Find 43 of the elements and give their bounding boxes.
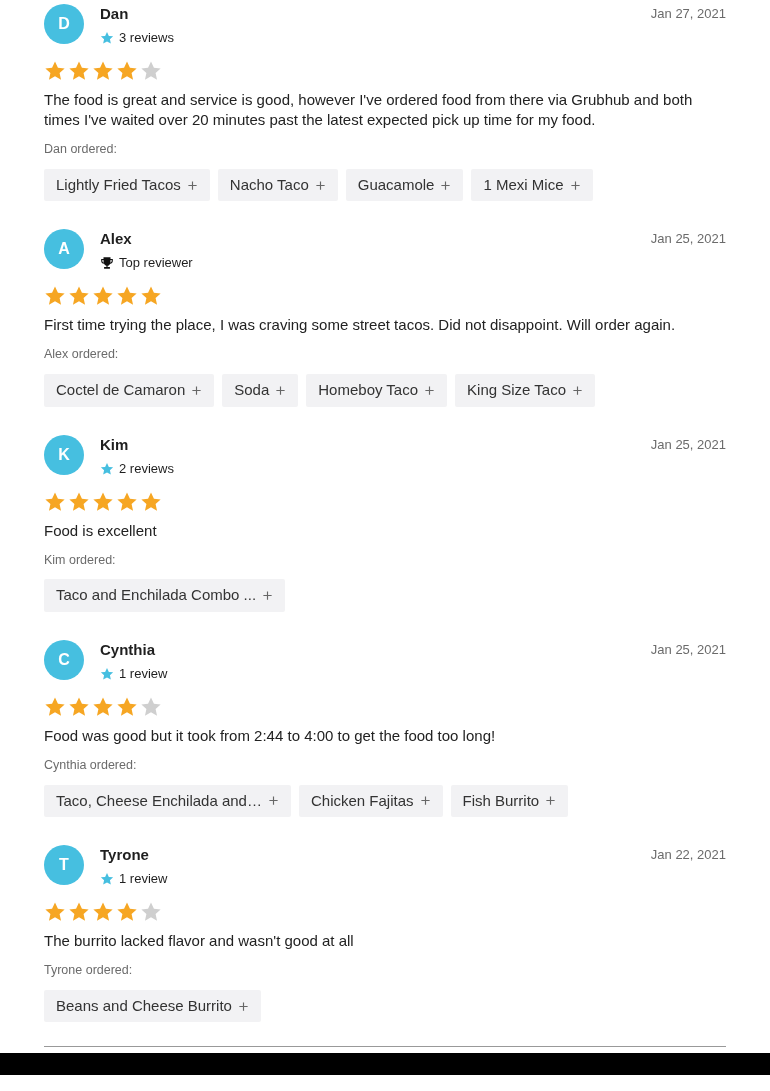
menu-item-button[interactable]: Chicken Fajitas — [298, 784, 443, 817]
review-date: Jan 25, 2021 — [650, 435, 726, 454]
menu-item-button[interactable]: Lightly Fried Tacos — [44, 168, 210, 202]
reviewer-name: Kim — [100, 434, 130, 455]
ordered-label: Alex ordered: — [44, 346, 120, 364]
reviewer-name: Dan — [100, 4, 130, 24]
ordered-label: Kim ordered: — [44, 551, 117, 569]
review-date: Jan 25, 2021 — [650, 640, 726, 659]
menu-item-button[interactable]: Fish Burrito — [450, 784, 569, 817]
ordered-label: Dan ordered: — [44, 141, 118, 158]
review-text: Food was good but it took from 2:44 to 4:00 to get the food too long! — [44, 725, 497, 746]
menu-item-button[interactable]: Nacho Taco — [217, 168, 338, 202]
reviewer-name: Tyrone — [100, 845, 150, 865]
review-text: Food is excellent — [44, 520, 158, 541]
review-date: Jan 22, 2021 — [650, 846, 726, 864]
menu-item-button[interactable]: Soda — [222, 374, 299, 407]
menu-item-button[interactable]: Homeboy Taco — [306, 374, 448, 407]
avatar: K — [44, 434, 84, 475]
reviewer-name: Cynthia — [100, 639, 156, 660]
badge-text: 3 reviews — [119, 30, 174, 46]
avatar: A — [44, 229, 84, 270]
badge-text: Top reviewer — [119, 255, 193, 272]
avatar: D — [44, 4, 84, 44]
avatar: C — [44, 639, 84, 680]
menu-item-button[interactable]: King Size Taco — [455, 374, 595, 407]
badge-text: 2 reviews — [119, 460, 174, 477]
menu-item-button[interactable]: Taco and Enchilada Combo ... — [44, 579, 286, 612]
ordered-label: Cynthia ordered: — [44, 756, 138, 774]
badge-text: 1 review — [119, 871, 168, 887]
avatar: T — [44, 845, 84, 885]
reviewer-name: Alex — [100, 229, 133, 250]
menu-item-button[interactable]: Coctel de Camaron — [44, 374, 215, 407]
review-text: The food is great and service is good, however I've ordered food from there via Grubhub and both times I've waited over 20 minutes past the latest expected pick up time for my food. — [44, 90, 694, 130]
menu-item-button[interactable]: Beans and Cheese Burrito — [44, 989, 261, 1023]
menu-item-button[interactable]: 1 Mexi Mice — [471, 168, 593, 202]
badge-text: 1 review — [119, 665, 168, 682]
menu-item-button[interactable]: Taco, Cheese Enchilada and… — [44, 784, 291, 817]
review-date: Jan 27, 2021 — [650, 5, 726, 23]
ordered-label: Tyrone ordered: — [44, 962, 134, 979]
review-text: First time trying the place, I was craving some street tacos. Did not disappoint. Will order again. — [44, 315, 677, 336]
menu-item-button[interactable]: Guacamole — [345, 168, 464, 202]
review-date: Jan 25, 2021 — [650, 230, 726, 249]
review-text: The burrito lacked flavor and wasn't good at all — [44, 931, 355, 951]
